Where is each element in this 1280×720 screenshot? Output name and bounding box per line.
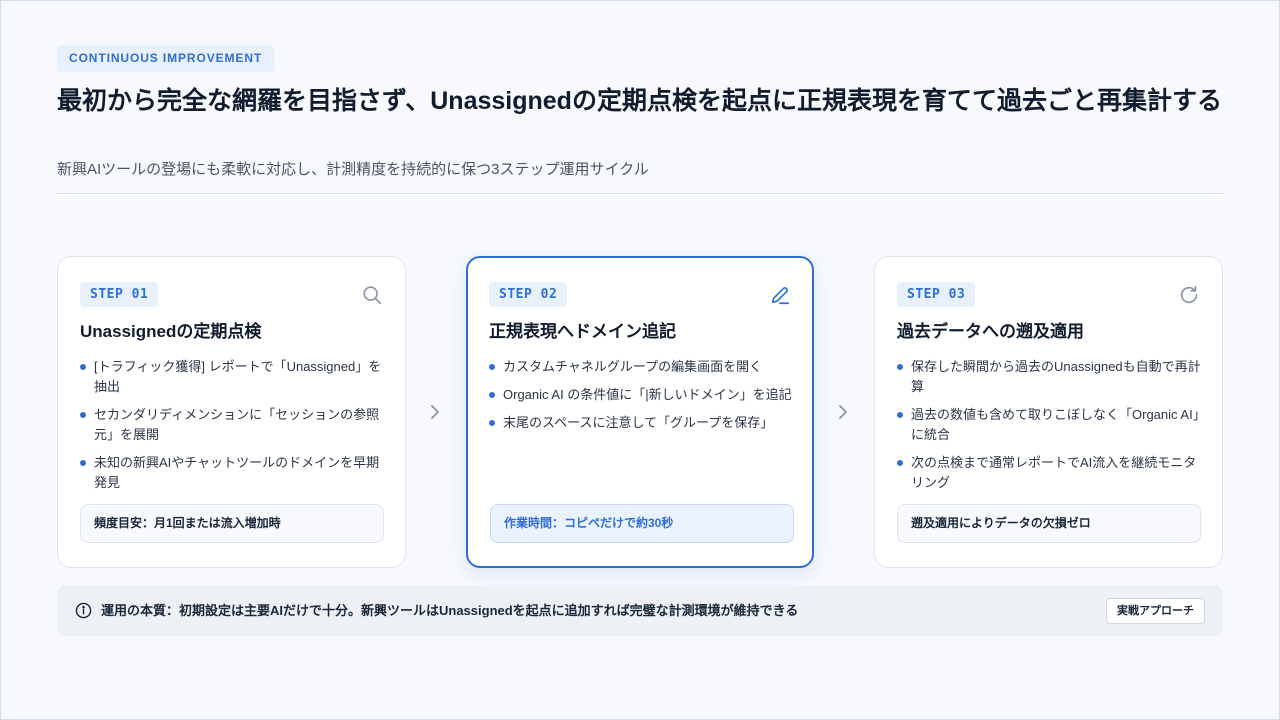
- refresh-icon: [1180, 285, 1198, 304]
- step-bullet-list: カスタムチャネルグループの編集画面を開く Organic AI の条件値に「|新…: [489, 357, 795, 441]
- step-title: 正規表現へドメイン追記: [489, 322, 676, 341]
- eyebrow-label: CONTINUOUS IMPROVEMENT: [57, 45, 275, 72]
- chevron-right-icon: [431, 405, 439, 419]
- step-bullet-list: [トラフィック獲得] レポートで「Unassigned」を抽出 セカンダリディメ…: [80, 357, 386, 501]
- edit-icon: [771, 287, 790, 305]
- list-item: セカンダリディメンションに「セッションの参照元」を展開: [80, 405, 386, 445]
- chevron-right-icon: [839, 405, 847, 419]
- list-item: 次の点検まで通常レポートでAI流入を継続モニタリング: [897, 453, 1203, 493]
- step-note: 遡及適用によりデータの欠損ゼロ: [897, 504, 1201, 543]
- page-subtitle: 新興AIツールの登場にも柔軟に対応し、計測精度を持続的に保つ3ステップ運用サイク…: [57, 161, 649, 178]
- step-card-2: STEP 02 正規表現へドメイン追記 カスタムチャネルグループの編集画面を開く…: [466, 256, 814, 568]
- summary-text: 運用の本質：初期設定は主要AIだけで十分。新興ツールはUnassignedを起点…: [101, 603, 799, 618]
- step-badge: STEP 02: [489, 282, 568, 307]
- list-item: カスタムチャネルグループの編集画面を開く: [489, 357, 795, 377]
- summary-bar: 運用の本質：初期設定は主要AIだけで十分。新興ツールはUnassignedを起点…: [57, 585, 1223, 636]
- info-icon: [75, 602, 92, 619]
- step-card-3: STEP 03 過去データへの遡及適用 保存した瞬間から過去のUnassigne…: [874, 256, 1223, 568]
- step-note: 頻度目安：月1回または流入増加時: [80, 504, 384, 543]
- step-card-1: STEP 01 Unassignedの定期点検 [トラフィック獲得] レポートで…: [57, 256, 406, 568]
- step-title: 過去データへの遡及適用: [897, 322, 1084, 341]
- list-item: 末尾のスペースに注意して「グループを保存」: [489, 413, 795, 433]
- list-item: 保存した瞬間から過去のUnassignedも自動で再計算: [897, 357, 1203, 397]
- step-title: Unassignedの定期点検: [80, 322, 262, 341]
- step-badge: STEP 01: [80, 282, 159, 307]
- search-icon: [363, 286, 382, 305]
- page-title: 最初から完全な網羅を目指さず、Unassignedの定期点検を起点に正規表現を育…: [57, 87, 1222, 115]
- list-item: 過去の数値も含めて取りこぼしなく「Organic AI」に統合: [897, 405, 1203, 445]
- header-divider: [57, 193, 1223, 194]
- list-item: 未知の新興AIやチャットツールのドメインを早期発見: [80, 453, 386, 493]
- list-item: [トラフィック獲得] レポートで「Unassigned」を抽出: [80, 357, 386, 397]
- step-badge: STEP 03: [897, 282, 976, 307]
- step-bullet-list: 保存した瞬間から過去のUnassignedも自動で再計算 過去の数値も含めて取り…: [897, 357, 1203, 501]
- practical-approach-button[interactable]: 実戦アプローチ: [1106, 598, 1205, 624]
- step-note: 作業時間：コピペだけで約30秒: [490, 504, 794, 543]
- list-item: Organic AI の条件値に「|新しいドメイン」を追記: [489, 385, 795, 405]
